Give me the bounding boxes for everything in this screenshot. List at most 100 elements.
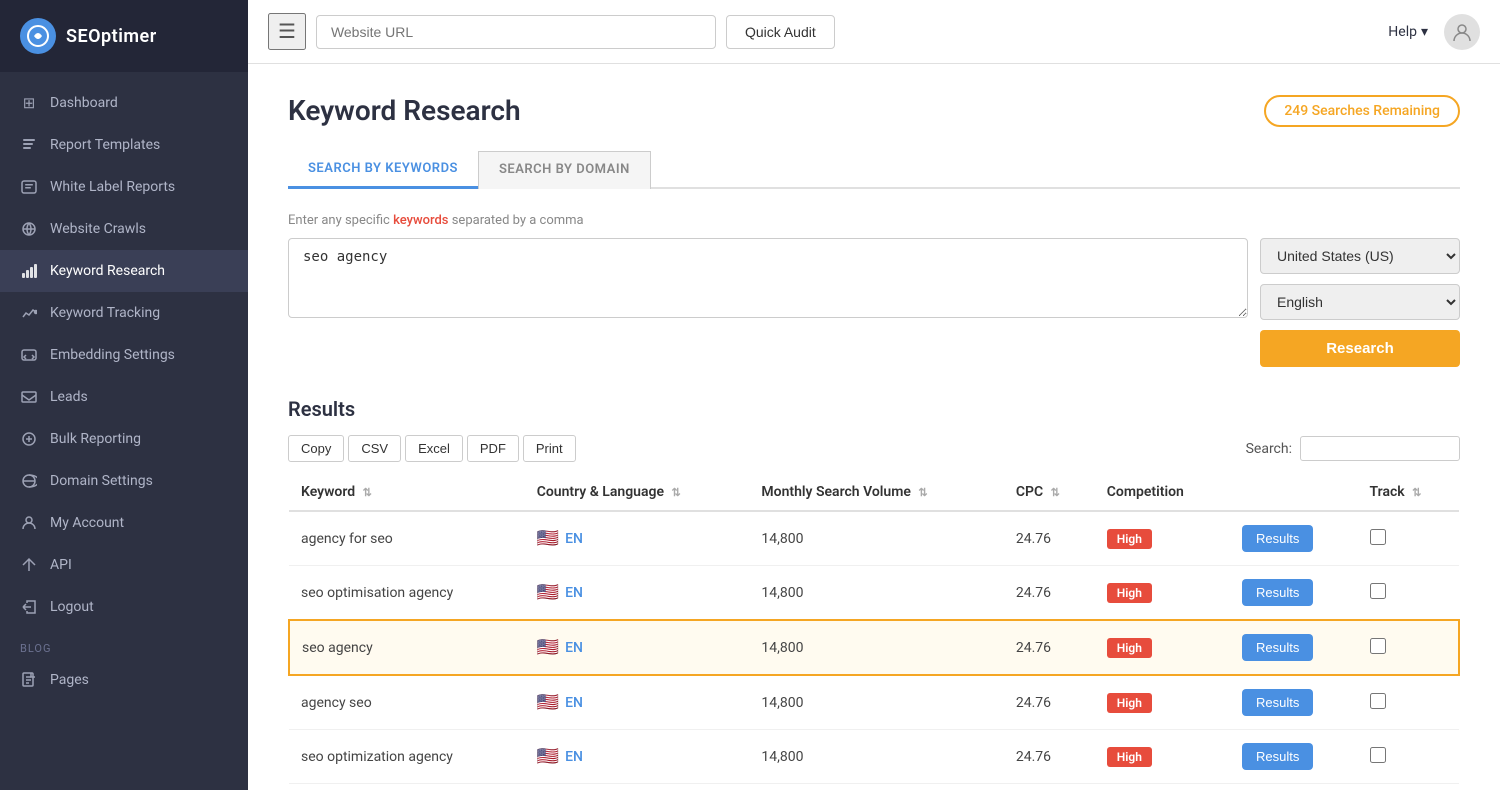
search-volume-cell: 14,800 bbox=[749, 511, 1003, 566]
sidebar-item-label: Domain Settings bbox=[50, 473, 153, 489]
track-cell bbox=[1358, 566, 1459, 621]
country-language-cell: 🇺🇸 EN bbox=[525, 730, 750, 784]
sidebar-item-label: Report Templates bbox=[50, 137, 160, 153]
keyword-cell: seo optimisation agency bbox=[289, 566, 525, 621]
track-checkbox[interactable] bbox=[1370, 747, 1386, 763]
logout-icon bbox=[20, 598, 38, 616]
keyword-research-icon bbox=[20, 262, 38, 280]
competition-cell: High bbox=[1095, 620, 1230, 675]
sidebar-item-bulk-reporting[interactable]: Bulk Reporting bbox=[0, 418, 248, 460]
sidebar-item-keyword-tracking[interactable]: Keyword Tracking bbox=[0, 292, 248, 334]
country-select[interactable]: United States (US) United Kingdom (UK) C… bbox=[1260, 238, 1460, 274]
quick-audit-button[interactable]: Quick Audit bbox=[726, 15, 835, 49]
print-button[interactable]: Print bbox=[523, 435, 576, 462]
competition-badge: High bbox=[1107, 747, 1152, 767]
col-cpc: CPC ⇅ bbox=[1004, 474, 1095, 511]
sidebar-logo[interactable]: SEOptimer bbox=[0, 0, 248, 72]
help-button[interactable]: Help ▾ bbox=[1388, 24, 1428, 40]
sidebar-item-label: Leads bbox=[50, 389, 88, 405]
sidebar-item-website-crawls[interactable]: Website Crawls bbox=[0, 208, 248, 250]
sidebar-item-logout[interactable]: Logout bbox=[0, 586, 248, 628]
csv-button[interactable]: CSV bbox=[348, 435, 401, 462]
leads-icon bbox=[20, 388, 38, 406]
competition-cell: High bbox=[1095, 566, 1230, 621]
topbar: ☰ Quick Audit Help ▾ bbox=[248, 0, 1500, 64]
sidebar-item-my-account[interactable]: My Account bbox=[0, 502, 248, 544]
track-cell bbox=[1358, 511, 1459, 566]
country-language-cell: 🇺🇸 EN bbox=[525, 566, 750, 621]
competition-badge: High bbox=[1107, 693, 1152, 713]
competition-cell: High bbox=[1095, 730, 1230, 784]
table-search-input[interactable] bbox=[1300, 436, 1460, 461]
logo-icon bbox=[20, 18, 56, 54]
keyword-cell: agency seo bbox=[289, 675, 525, 730]
table-row: agency seo 🇺🇸 EN 14,800 24.76 High Resul… bbox=[289, 675, 1459, 730]
results-action-button[interactable]: Results bbox=[1242, 579, 1313, 606]
crawls-icon bbox=[20, 220, 38, 238]
my-account-icon bbox=[20, 514, 38, 532]
track-cell bbox=[1358, 620, 1459, 675]
col-country-language: Country & Language ⇅ bbox=[525, 474, 750, 511]
competition-cell: High bbox=[1095, 511, 1230, 566]
sidebar-item-label: Embedding Settings bbox=[50, 347, 175, 363]
country-sort-icon: ⇅ bbox=[671, 486, 680, 499]
sidebar-item-label: Keyword Research bbox=[50, 263, 165, 279]
sidebar-item-api[interactable]: API bbox=[0, 544, 248, 586]
cpc-sort-icon: ⇅ bbox=[1051, 486, 1060, 499]
pdf-button[interactable]: PDF bbox=[467, 435, 519, 462]
embedding-icon bbox=[20, 346, 38, 364]
language-select[interactable]: English French German bbox=[1260, 284, 1460, 320]
sidebar: SEOptimer ⊞ Dashboard Report Templates W… bbox=[0, 0, 248, 790]
tab-search-by-domain[interactable]: SEARCH BY DOMAIN bbox=[478, 151, 651, 189]
col-track: Track ⇅ bbox=[1358, 474, 1459, 511]
track-checkbox[interactable] bbox=[1370, 583, 1386, 599]
results-action-button[interactable]: Results bbox=[1242, 634, 1313, 661]
sidebar-item-keyword-research[interactable]: Keyword Research bbox=[0, 250, 248, 292]
sidebar-item-pages[interactable]: Pages bbox=[0, 659, 248, 701]
excel-button[interactable]: Excel bbox=[405, 435, 463, 462]
keyword-textarea[interactable]: seo agency bbox=[288, 238, 1248, 318]
tab-search-by-keywords[interactable]: SEARCH BY KEYWORDS bbox=[288, 151, 478, 189]
user-avatar[interactable] bbox=[1444, 14, 1480, 50]
track-checkbox[interactable] bbox=[1370, 529, 1386, 545]
dashboard-icon: ⊞ bbox=[20, 94, 38, 112]
sidebar-item-dashboard[interactable]: ⊞ Dashboard bbox=[0, 82, 248, 124]
sidebar-item-leads[interactable]: Leads bbox=[0, 376, 248, 418]
track-checkbox[interactable] bbox=[1370, 638, 1386, 654]
results-action-button[interactable]: Results bbox=[1242, 743, 1313, 770]
sidebar-item-white-label-reports[interactable]: White Label Reports bbox=[0, 166, 248, 208]
col-results bbox=[1230, 474, 1358, 511]
sidebar-item-label: Keyword Tracking bbox=[50, 305, 160, 321]
col-competition: Competition bbox=[1095, 474, 1230, 511]
language-code: EN bbox=[565, 531, 583, 547]
sidebar-item-domain-settings[interactable]: Domain Settings bbox=[0, 460, 248, 502]
results-btn-cell: Results bbox=[1230, 620, 1358, 675]
keyword-cell: seo agency bbox=[289, 620, 525, 675]
results-action-button[interactable]: Results bbox=[1242, 689, 1313, 716]
language-code: EN bbox=[565, 749, 583, 765]
track-checkbox[interactable] bbox=[1370, 693, 1386, 709]
topbar-right: Help ▾ bbox=[1388, 14, 1480, 50]
copy-button[interactable]: Copy bbox=[288, 435, 344, 462]
chevron-down-icon: ▾ bbox=[1421, 24, 1428, 40]
flag-icon: 🇺🇸 bbox=[537, 582, 559, 603]
hamburger-button[interactable]: ☰ bbox=[268, 13, 306, 50]
research-button[interactable]: Research bbox=[1260, 330, 1460, 367]
api-icon bbox=[20, 556, 38, 574]
results-btn-cell: Results bbox=[1230, 511, 1358, 566]
sidebar-item-label: White Label Reports bbox=[50, 179, 175, 195]
results-action-button[interactable]: Results bbox=[1242, 525, 1313, 552]
track-cell bbox=[1358, 730, 1459, 784]
search-volume-cell: 14,800 bbox=[749, 675, 1003, 730]
results-btn-cell: Results bbox=[1230, 730, 1358, 784]
search-volume-cell: 14,800 bbox=[749, 566, 1003, 621]
flag-icon: 🇺🇸 bbox=[537, 692, 559, 713]
url-input[interactable] bbox=[316, 15, 716, 49]
sidebar-item-report-templates[interactable]: Report Templates bbox=[0, 124, 248, 166]
search-filter: Search: bbox=[1246, 436, 1460, 461]
search-hint: Enter any specific keywords separated by… bbox=[288, 213, 1460, 228]
blog-section-label: Blog bbox=[0, 628, 248, 659]
sidebar-item-embedding-settings[interactable]: Embedding Settings bbox=[0, 334, 248, 376]
sidebar-nav: ⊞ Dashboard Report Templates White Label… bbox=[0, 72, 248, 790]
sidebar-item-label: Website Crawls bbox=[50, 221, 146, 237]
